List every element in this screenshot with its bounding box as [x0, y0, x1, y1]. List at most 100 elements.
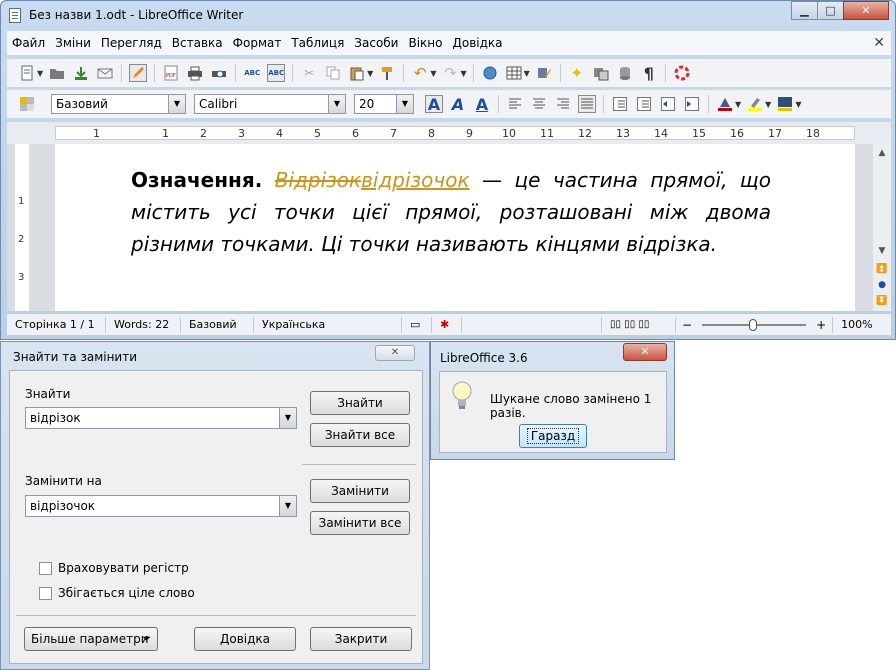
replace-button[interactable]: Замінити — [310, 479, 410, 503]
justify-icon[interactable] — [578, 95, 596, 113]
find-input[interactable]: відрізок ▼ — [25, 407, 297, 429]
chevron-down-icon[interactable]: ▼ — [367, 69, 373, 78]
cut-icon[interactable]: ✂ — [300, 64, 318, 82]
chevron-down-icon[interactable]: ▼ — [37, 69, 43, 78]
font-size-select[interactable]: 20 ▼ — [354, 94, 414, 114]
chevron-down-icon[interactable]: ▼ — [430, 69, 436, 78]
bold-icon[interactable]: A — [425, 95, 443, 114]
font-name-value: Calibri — [199, 97, 238, 111]
document-page[interactable]: Означення. Відрізоквідрізочок — це части… — [55, 144, 855, 311]
chevron-down-icon[interactable]: ▼ — [279, 496, 296, 516]
help-lifebuoy-icon[interactable] — [673, 64, 691, 82]
close-button[interactable]: ✕ — [843, 1, 889, 20]
find-button[interactable]: Знайти — [310, 391, 410, 415]
spellcheck-icon[interactable]: ABC — [243, 64, 261, 82]
save-icon[interactable] — [72, 64, 90, 82]
more-options-button[interactable]: Більше параметри ⏷ — [24, 627, 158, 651]
replace-input[interactable]: відрізочок ▼ — [25, 495, 297, 517]
chevron-down-icon[interactable]: ▼ — [765, 100, 771, 109]
menu-table[interactable]: Таблиця — [286, 36, 349, 50]
highlighting-icon[interactable] — [746, 95, 764, 113]
undo-icon[interactable]: ↶ — [411, 64, 429, 82]
close-document-icon[interactable]: ✕ — [873, 35, 885, 51]
data-sources-icon[interactable] — [616, 64, 634, 82]
menu-insert[interactable]: Вставка — [167, 36, 228, 50]
menu-tools[interactable]: Засоби — [349, 36, 403, 50]
close-dialog-button[interactable]: Закрити — [310, 627, 412, 651]
horizontal-ruler[interactable]: 1 1 2 3 4 5 6 7 8 9 10 11 12 13 14 15 16… — [7, 122, 891, 144]
chevron-down-icon[interactable]: ▼ — [735, 100, 741, 109]
scroll-down-icon[interactable]: ▼ — [875, 244, 889, 258]
bullets-icon[interactable] — [635, 95, 653, 113]
gallery-icon[interactable] — [592, 64, 610, 82]
chevron-down-icon[interactable]: ▼ — [328, 95, 345, 113]
zoom-out-icon[interactable]: − — [676, 318, 698, 332]
ok-button[interactable]: Гаразд — [519, 424, 587, 448]
increase-indent-icon[interactable] — [683, 95, 701, 113]
dialog-close-button[interactable]: ✕ — [375, 345, 415, 361]
email-icon[interactable] — [96, 64, 114, 82]
table-icon[interactable] — [505, 64, 523, 82]
menu-edit[interactable]: Зміни — [50, 36, 96, 50]
styles-and-formatting-icon[interactable] — [18, 95, 36, 113]
menu-format[interactable]: Формат — [228, 36, 287, 50]
align-right-icon[interactable] — [554, 95, 572, 113]
font-name-select[interactable]: Calibri ▼ — [194, 94, 346, 114]
chevron-down-icon[interactable]: ▼ — [524, 69, 530, 78]
decrease-indent-icon[interactable] — [659, 95, 677, 113]
hyperlink-icon[interactable] — [481, 64, 499, 82]
insert-mode-icon[interactable]: ▭ — [402, 316, 432, 333]
align-center-icon[interactable] — [530, 95, 548, 113]
status-zoom[interactable]: 100% — [832, 316, 880, 333]
zoom-slider-handle[interactable] — [749, 318, 758, 331]
open-folder-icon[interactable] — [48, 64, 66, 82]
view-layout-icon[interactable]: ▯▯ ▯▯ ▯▯ — [602, 316, 676, 333]
whole-word-checkbox[interactable] — [39, 587, 52, 600]
zoom-in-icon[interactable]: + — [810, 318, 832, 332]
document-area[interactable]: 1 2 3 Означення. Відрізоквідрізочок — це… — [7, 144, 873, 311]
help-button[interactable]: Довідка — [194, 627, 296, 651]
new-document-icon[interactable] — [18, 64, 36, 82]
clone-formatting-icon[interactable] — [378, 64, 396, 82]
navigation-icon[interactable]: ● — [875, 278, 889, 292]
print-preview-icon[interactable] — [210, 64, 228, 82]
print-icon[interactable] — [186, 64, 204, 82]
next-page-icon[interactable]: ⏬ — [875, 294, 889, 308]
italic-icon[interactable]: A — [449, 95, 467, 114]
menu-view[interactable]: Перегляд — [96, 36, 167, 50]
underline-icon[interactable]: A — [473, 95, 491, 114]
menu-file[interactable]: Файл — [7, 36, 50, 50]
chevron-down-icon[interactable]: ▼ — [795, 100, 801, 109]
vertical-scrollbar[interactable]: ▲ ▼ ⏫ ● ⏬ — [873, 144, 891, 311]
document-paragraph[interactable]: Означення. Відрізоквідрізочок — це части… — [131, 164, 771, 260]
replace-all-button[interactable]: Замінити все — [310, 511, 410, 535]
chevron-down-icon[interactable]: ▼ — [460, 69, 466, 78]
chevron-down-icon[interactable]: ▼ — [396, 95, 413, 113]
menu-help[interactable]: Довідка — [448, 36, 508, 50]
background-color-icon[interactable] — [776, 95, 794, 113]
chevron-down-icon[interactable]: ▼ — [168, 95, 185, 113]
align-left-icon[interactable] — [506, 95, 524, 113]
numbering-icon[interactable] — [611, 95, 629, 113]
menu-window[interactable]: Вікно — [403, 36, 447, 50]
zoom-slider[interactable] — [702, 318, 807, 331]
paste-icon[interactable] — [348, 64, 366, 82]
redo-icon[interactable]: ↷ — [441, 64, 459, 82]
scroll-up-icon[interactable]: ▲ — [875, 146, 889, 160]
formatting-marks-icon[interactable]: ¶ — [640, 64, 658, 83]
autospellcheck-icon[interactable]: ABC — [267, 64, 286, 82]
match-case-checkbox[interactable] — [39, 562, 52, 575]
navigator-icon[interactable]: ✦ — [568, 64, 586, 82]
paragraph-style-select[interactable]: Базовий ▼ — [51, 94, 186, 114]
maximize-button[interactable]: □ — [817, 1, 844, 20]
message-close-button[interactable]: ✕ — [623, 343, 667, 361]
previous-page-icon[interactable]: ⏫ — [875, 262, 889, 276]
chevron-down-icon[interactable]: ▼ — [279, 408, 296, 428]
minimize-button[interactable]: ▁ — [791, 1, 818, 20]
export-pdf-icon[interactable]: PDF — [162, 64, 180, 82]
show-draw-functions-icon[interactable] — [535, 64, 553, 82]
edit-mode-icon[interactable] — [129, 64, 148, 82]
copy-icon[interactable] — [324, 64, 342, 82]
font-color-icon[interactable] — [716, 95, 734, 113]
find-all-button[interactable]: Знайти все — [310, 423, 410, 447]
